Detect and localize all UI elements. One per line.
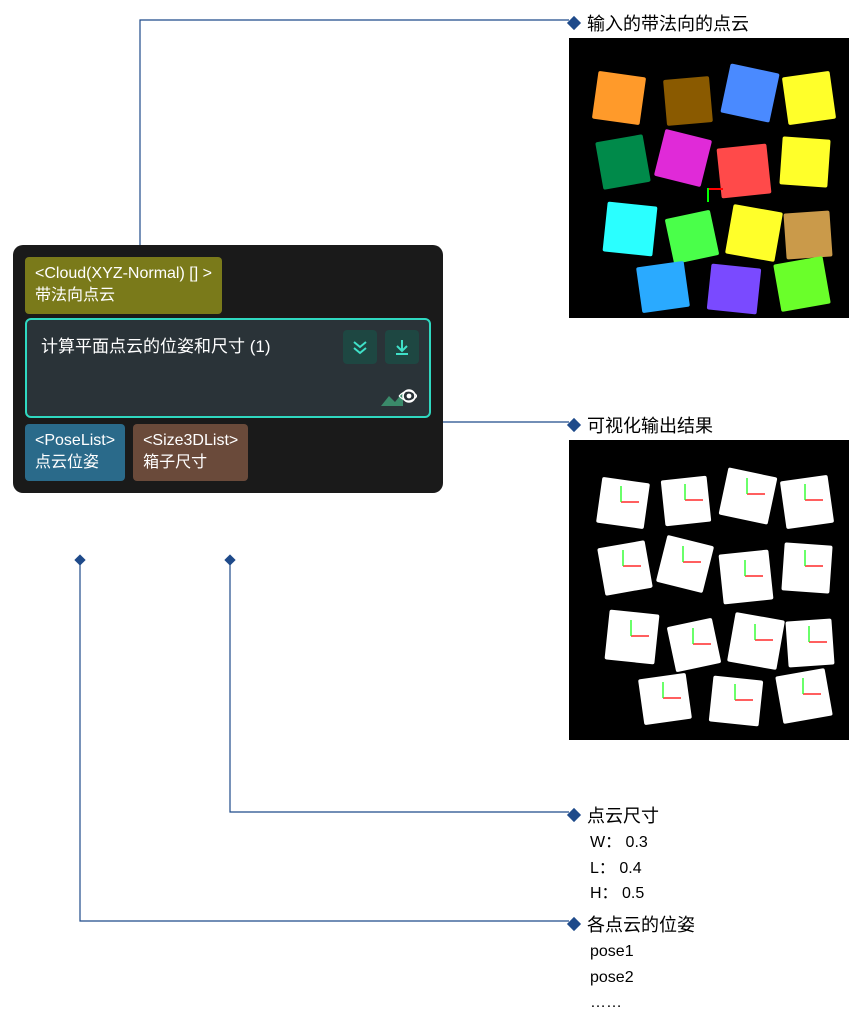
size-h: H： 0.5 — [590, 881, 648, 907]
expand-all-icon[interactable] — [343, 330, 377, 364]
output-pose-type: <PoseList> — [35, 430, 115, 452]
output-pose-label: 点云位姿 — [35, 452, 115, 474]
input-port-type: <Cloud(XYZ-Normal) [] > — [35, 263, 212, 285]
pose-values-list: pose1 pose2 …… — [590, 939, 634, 1016]
output-port-pose[interactable]: <PoseList> 点云位姿 — [25, 424, 125, 481]
annotation-size: 点云尺寸 — [569, 802, 659, 828]
size-l: L： 0.4 — [590, 856, 648, 882]
diamond-icon — [567, 16, 581, 30]
annotation-pose-text: 各点云的位姿 — [587, 911, 695, 937]
node-body[interactable]: 计算平面点云的位姿和尺寸 (1) — [25, 318, 431, 418]
node-panel: <Cloud(XYZ-Normal) [] > 带法向点云 计算平面点云的位姿和… — [13, 245, 443, 493]
annotation-size-text: 点云尺寸 — [587, 802, 659, 828]
size-w: W： 0.3 — [590, 830, 648, 856]
annotation-viz-text: 可视化输出结果 — [587, 412, 713, 438]
annotation-input-text: 输入的带法向的点云 — [587, 10, 749, 36]
size-values-list: W： 0.3 L： 0.4 H： 0.5 — [590, 830, 648, 907]
input-port-label: 带法向点云 — [35, 285, 212, 307]
pose-ellipsis: …… — [590, 990, 634, 1016]
output-size-label: 箱子尺寸 — [143, 452, 238, 474]
diamond-icon — [567, 418, 581, 432]
input-port-cloud[interactable]: <Cloud(XYZ-Normal) [] > 带法向点云 — [25, 257, 222, 314]
output-port-size[interactable]: <Size3DList> 箱子尺寸 — [133, 424, 248, 481]
input-pointcloud-preview — [569, 38, 849, 318]
diamond-icon — [567, 808, 581, 822]
pose-2: pose2 — [590, 965, 634, 991]
download-icon[interactable] — [385, 330, 419, 364]
annotation-input: 输入的带法向的点云 — [569, 10, 749, 36]
output-viz-preview — [569, 440, 849, 740]
output-size-type: <Size3DList> — [143, 430, 238, 452]
visualize-icon[interactable] — [379, 386, 417, 410]
diamond-icon — [567, 917, 581, 931]
annotation-pose: 各点云的位姿 — [569, 911, 695, 937]
pose-1: pose1 — [590, 939, 634, 965]
annotation-viz: 可视化输出结果 — [569, 412, 713, 438]
